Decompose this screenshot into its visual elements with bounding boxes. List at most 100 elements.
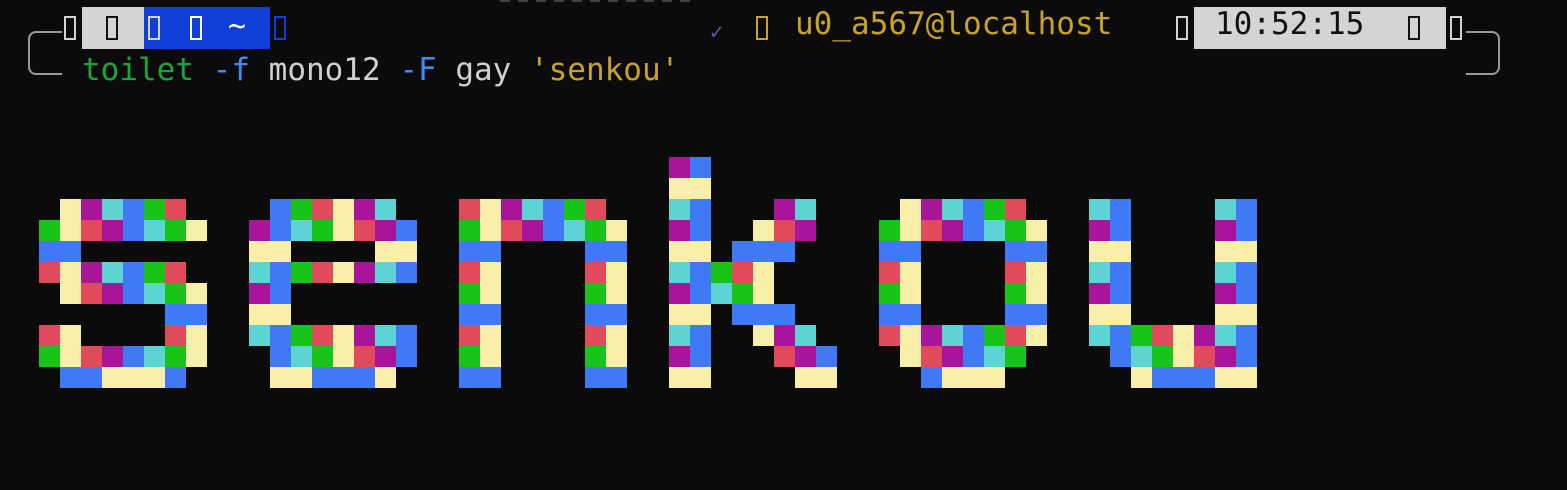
ascii-art-pixel [1215, 220, 1236, 241]
ascii-art-pixel [1152, 346, 1173, 367]
ascii-art-pixel [39, 346, 60, 367]
ascii-art-pixel [879, 304, 900, 325]
ascii-art-pixel [102, 346, 123, 367]
ascii-art-pixel [102, 283, 123, 304]
ascii-art-pixel [459, 304, 480, 325]
ascii-art-pixel [1089, 304, 1110, 325]
ascii-art-pixel [669, 346, 690, 367]
ascii-art-pixel [795, 325, 816, 346]
ascii-art-pixel [900, 241, 921, 262]
ascii-art-pixel [1152, 325, 1173, 346]
ascii-art-pixel [921, 199, 942, 220]
ascii-art-pixel [1194, 367, 1215, 388]
ascii-art-pixel [543, 220, 564, 241]
ascii-art-pixel [459, 283, 480, 304]
ascii-art-pixel [39, 241, 60, 262]
ascii-art-pixel [1110, 241, 1131, 262]
ascii-art-pixel [984, 199, 1005, 220]
ascii-art-pixel [459, 325, 480, 346]
ascii-art-pixel [753, 304, 774, 325]
ascii-art-pixel [459, 199, 480, 220]
ascii-art-pixel [606, 346, 627, 367]
ascii-art-pixel [963, 220, 984, 241]
ascii-art-pixel [480, 220, 501, 241]
ascii-art-pixel [165, 199, 186, 220]
ascii-art-pixel [270, 283, 291, 304]
ascii-art-pixel [606, 325, 627, 346]
ascii-art-pixel [921, 220, 942, 241]
ascii-art-pixel [690, 199, 711, 220]
ascii-art-pixel [1215, 304, 1236, 325]
ascii-art-pixel [795, 220, 816, 241]
ascii-art-pixel [753, 262, 774, 283]
ascii-art-pixel [186, 346, 207, 367]
ascii-art-pixel [690, 346, 711, 367]
ascii-art-pixel [606, 262, 627, 283]
ascii-art-pixel [249, 325, 270, 346]
ascii-art-pixel [942, 199, 963, 220]
ascii-art-pixel [249, 262, 270, 283]
ascii-art-pixel [1026, 262, 1047, 283]
ascii-art-pixel [354, 367, 375, 388]
ascii-art-pixel [879, 220, 900, 241]
ascii-art-pixel [81, 220, 102, 241]
ascii-art-pixel [39, 262, 60, 283]
ascii-art-pixel [1089, 325, 1110, 346]
ascii-art-pixel [123, 367, 144, 388]
ascii-art-pixel [606, 367, 627, 388]
ascii-art-pixel [1215, 346, 1236, 367]
ascii-art-pixel [585, 220, 606, 241]
ascii-art-pixel [900, 262, 921, 283]
ascii-art-pixel [1005, 262, 1026, 283]
ascii-art-pixel [1215, 367, 1236, 388]
ascii-art-pixel [333, 346, 354, 367]
ascii-art-pixel [690, 367, 711, 388]
ascii-art-pixel [942, 346, 963, 367]
ascii-art-pixel [585, 346, 606, 367]
ascii-art-pixel [1005, 199, 1026, 220]
ascii-art-pixel [1194, 325, 1215, 346]
terminal-window: ~ ✓ u0_a567@localhost 10:52:15 toilet -f… [0, 0, 1567, 490]
ascii-art-pixel [60, 262, 81, 283]
ascii-art-pixel [669, 325, 690, 346]
ascii-art-pixel [1005, 325, 1026, 346]
ascii-art-pixel [900, 304, 921, 325]
ascii-art-pixel [669, 157, 690, 178]
ascii-art-pixel [606, 241, 627, 262]
ascii-art-pixel [732, 262, 753, 283]
ascii-art-pixel [291, 220, 312, 241]
ascii-art-pixel [480, 304, 501, 325]
ascii-art-pixel [669, 262, 690, 283]
ascii-art-pixel [144, 367, 165, 388]
ascii-art-pixel [165, 367, 186, 388]
ascii-art-pixel [690, 262, 711, 283]
ascii-art-pixel [249, 304, 270, 325]
ascii-art-pixel [354, 199, 375, 220]
ascii-art-pixel [459, 241, 480, 262]
ascii-art-pixel [900, 220, 921, 241]
ascii-art-pixel [774, 325, 795, 346]
ascii-art-pixel [60, 325, 81, 346]
ascii-art-pixel [1152, 367, 1173, 388]
ascii-art-pixel [1215, 241, 1236, 262]
ascii-art-pixel [102, 220, 123, 241]
ascii-art-pixel [711, 262, 732, 283]
ascii-art-pixel [1236, 304, 1257, 325]
ascii-art-pixel [753, 283, 774, 304]
ascii-art-pixel [1110, 220, 1131, 241]
ascii-art-pixel [459, 346, 480, 367]
ascii-art-pixel [375, 199, 396, 220]
ascii-art-pixel [1236, 262, 1257, 283]
ascii-art-pixel [270, 220, 291, 241]
ascii-art-pixel [522, 220, 543, 241]
ascii-art-pixel [690, 220, 711, 241]
ascii-art-pixel [669, 241, 690, 262]
ascii-art-pixel [480, 367, 501, 388]
ascii-art-pixel [690, 304, 711, 325]
ascii-art-pixel [1131, 346, 1152, 367]
ascii-art-pixel [81, 283, 102, 304]
ascii-art-pixel [1131, 367, 1152, 388]
ascii-art-pixel [1131, 325, 1152, 346]
ascii-art-pixel [711, 283, 732, 304]
ascii-art-pixel [900, 325, 921, 346]
